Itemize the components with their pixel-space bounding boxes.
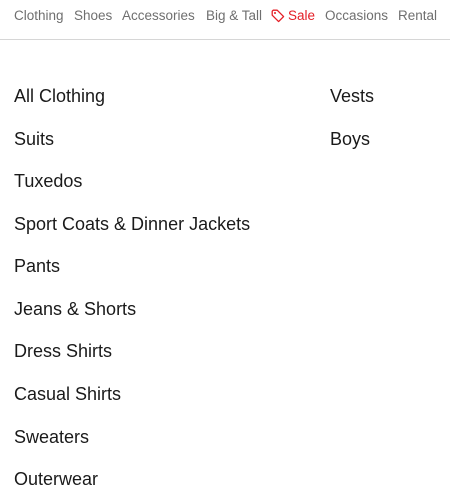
- menu-item-pants[interactable]: Pants: [14, 255, 60, 277]
- menu-item-sport-coats[interactable]: Sport Coats & Dinner Jackets: [14, 213, 250, 235]
- menu-item-suits[interactable]: Suits: [14, 128, 54, 150]
- menu-item-dress-shirts[interactable]: Dress Shirts: [14, 340, 112, 362]
- menu-item-jeans-shorts[interactable]: Jeans & Shorts: [14, 298, 136, 320]
- menu-item-tuxedos[interactable]: Tuxedos: [14, 170, 82, 192]
- menu-item-boys[interactable]: Boys: [330, 128, 370, 150]
- menu-item-casual-shirts[interactable]: Casual Shirts: [14, 383, 121, 405]
- menu-item-vests[interactable]: Vests: [330, 85, 374, 107]
- clothing-submenu: All Clothing Suits Tuxedos Sport Coats &…: [0, 0, 450, 497]
- menu-item-all-clothing[interactable]: All Clothing: [14, 85, 105, 107]
- menu-item-sweaters[interactable]: Sweaters: [14, 426, 89, 448]
- menu-item-outerwear[interactable]: Outerwear: [14, 468, 98, 490]
